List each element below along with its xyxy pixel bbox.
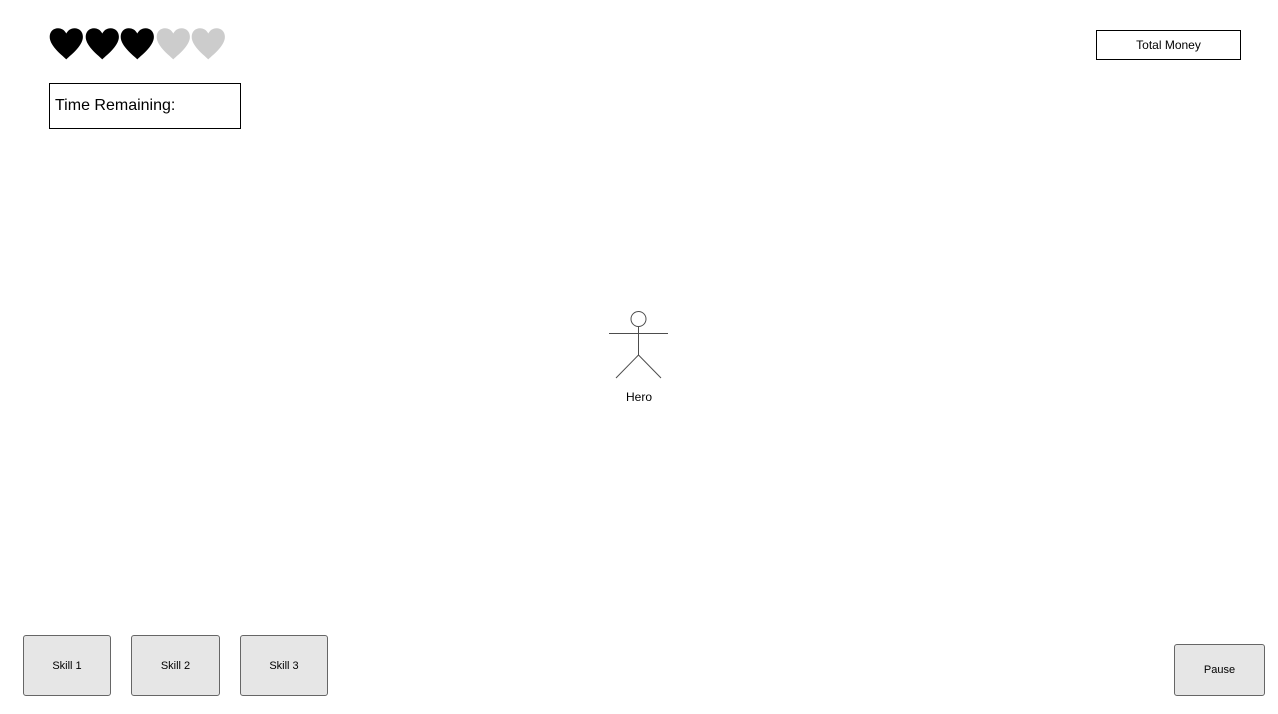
heart-empty-icon xyxy=(156,28,190,60)
skill-3-label: Skill 3 xyxy=(269,659,299,672)
heart-full-icon xyxy=(85,28,119,60)
pause-button[interactable]: Pause xyxy=(1174,644,1265,696)
skill-3-button[interactable]: Skill 3 xyxy=(240,635,328,696)
hero-stick-figure-icon xyxy=(609,311,668,379)
hero-label: Hero xyxy=(625,390,652,404)
hero-character: Hero xyxy=(603,310,675,410)
total-money-box: Total Money xyxy=(1096,30,1241,60)
time-remaining-label: Time Remaining: xyxy=(55,97,176,114)
heart-empty-icon xyxy=(192,28,226,60)
skill-2-label: Skill 2 xyxy=(160,659,191,672)
skill-1-label: Skill 1 xyxy=(52,659,82,672)
total-money-label: Total Money xyxy=(1136,38,1201,52)
heart-full-icon xyxy=(49,28,83,60)
heart-full-icon xyxy=(120,28,155,60)
lives-display xyxy=(49,27,226,61)
skill-1-button[interactable]: Skill 1 xyxy=(23,635,111,696)
pause-label: Pause xyxy=(1203,664,1236,676)
time-remaining-box: Time Remaining: xyxy=(49,83,241,129)
skill-2-button[interactable]: Skill 2 xyxy=(131,635,220,696)
